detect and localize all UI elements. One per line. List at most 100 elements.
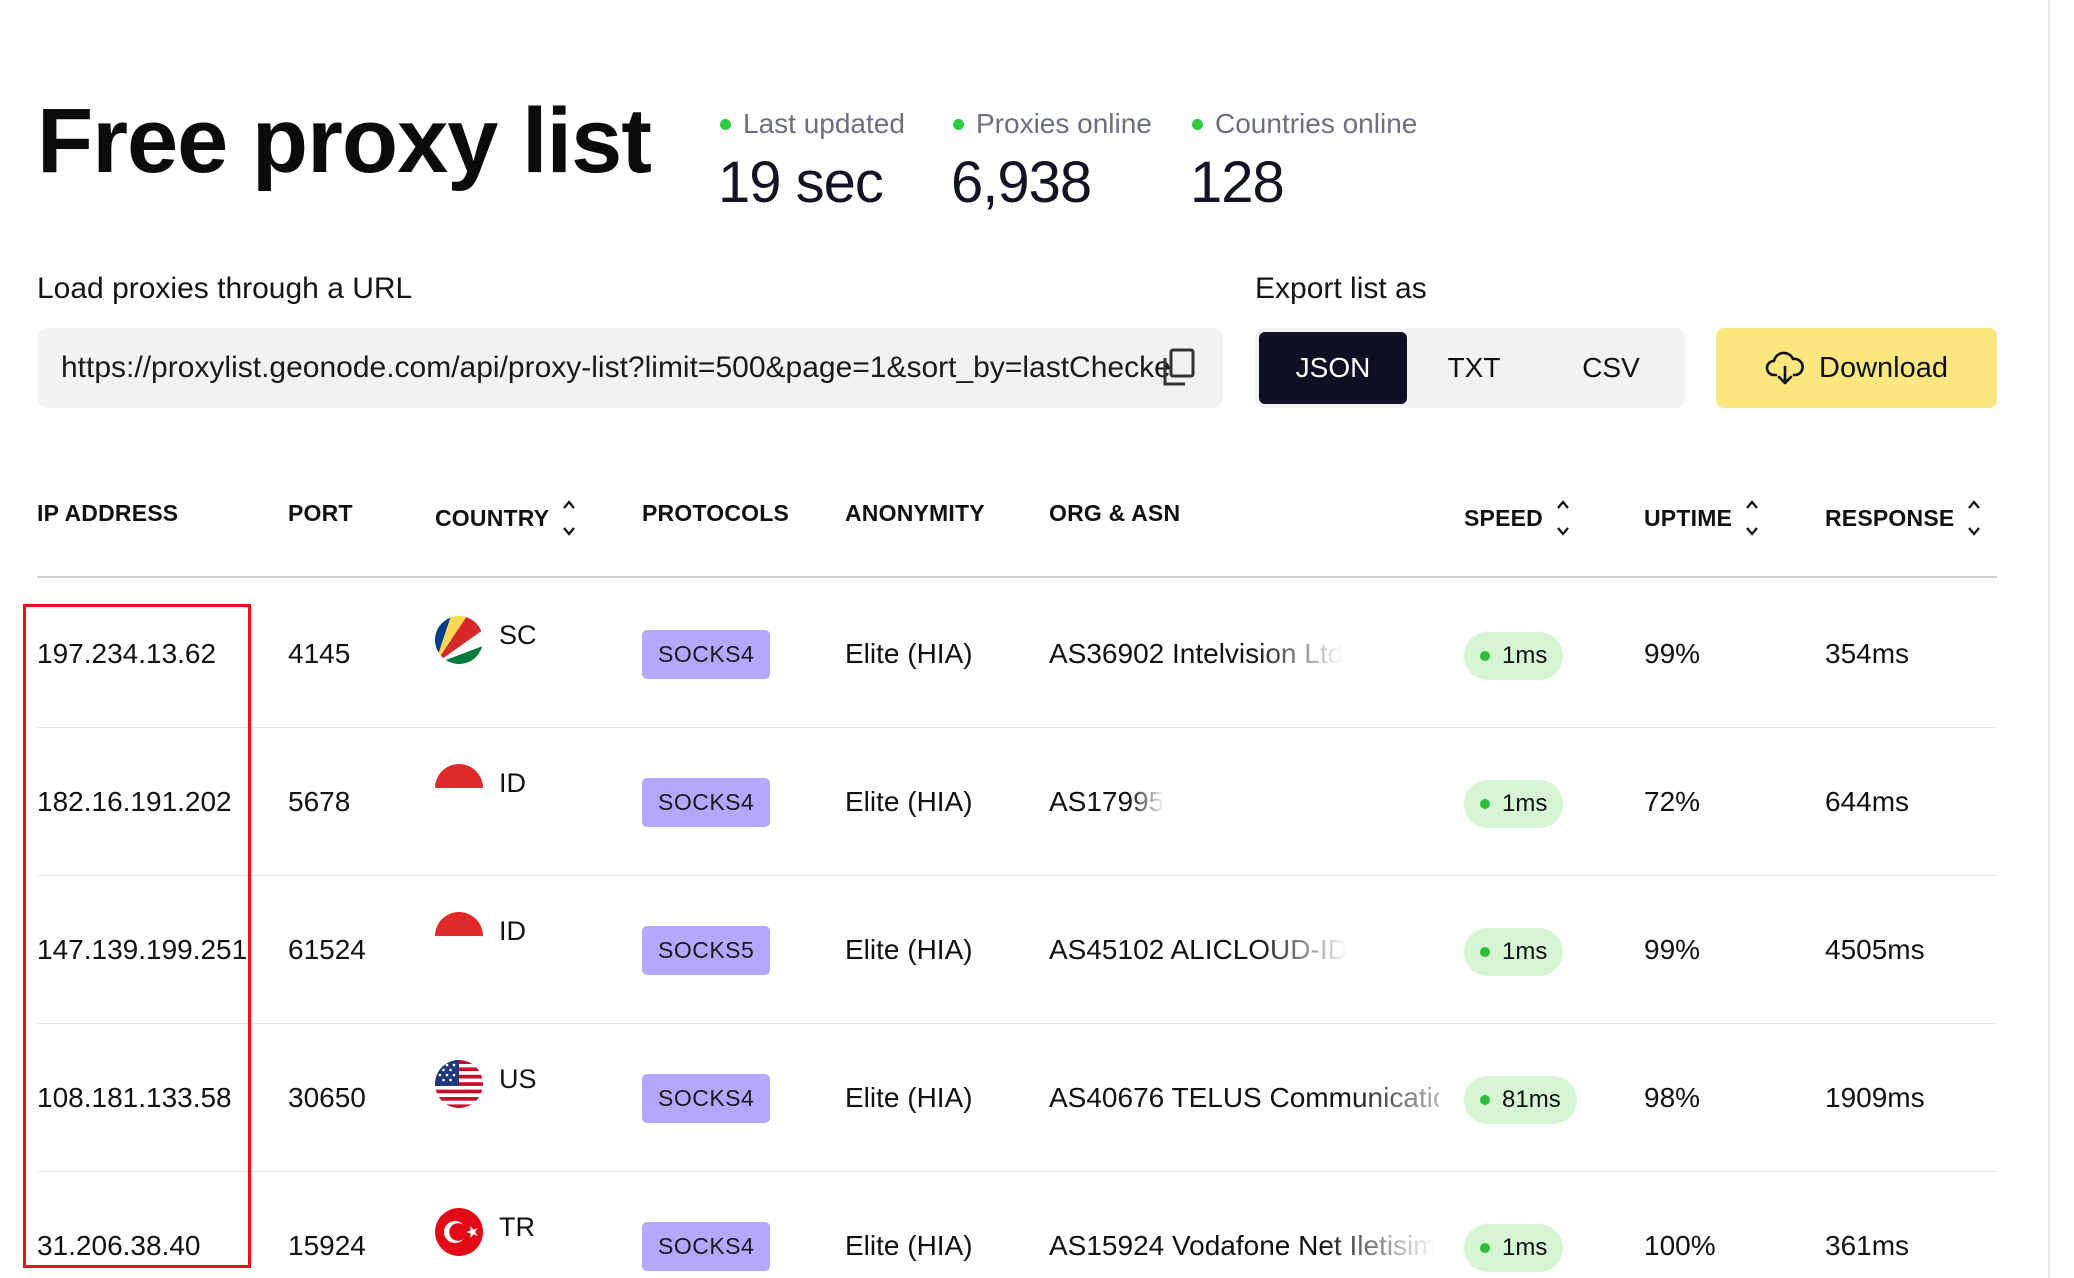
col-org-asn: ORG & ASN [1049,500,1181,526]
org-asn: AS17995 [1049,786,1165,817]
protocol-badge: SOCKS4 [642,1221,771,1271]
stat-label: Last updated [743,108,905,139]
ip-address[interactable]: 31.206.38.40 [37,1172,201,1278]
page-title: Free proxy list [37,90,652,192]
status-dot-icon [1480,1243,1490,1253]
org-asn: AS45102 ALICLOUD-ID [1049,934,1348,965]
country-cell: TR [435,1172,535,1278]
download-button[interactable]: Download [1716,328,1997,408]
port: 4145 [288,638,351,669]
uptime: 99% [1644,934,1701,965]
table-row[interactable]: 147.139.199.251 61524 ID SOCKS5 Elite (H… [37,876,1997,1024]
status-dot-icon [1192,118,1203,130]
uptime: 99% [1644,638,1701,669]
col-port: PORT [288,500,353,526]
format-json-button[interactable]: JSON [1259,332,1407,404]
table-row[interactable]: 197.234.13.62 4145 SC SOCKS4 Elite (HIA)… [37,580,1997,728]
anonymity: Elite (HIA) [845,1082,973,1113]
anonymity: Elite (HIA) [845,786,973,817]
protocol-badge: SOCKS4 [642,629,771,679]
sort-icon[interactable] [1746,500,1758,536]
sort-icon[interactable] [1557,500,1569,536]
uptime: 100% [1644,1230,1716,1261]
table-row[interactable]: 31.206.38.40 15924 TR SOCKS4 Elite (HIA)… [37,1172,1997,1278]
col-protocols: PROTOCOLS [642,500,790,526]
api-url-field[interactable]: https://proxylist.geonode.com/api/proxy-… [37,328,1223,408]
stat-countries-online: Countries online 128 [1190,108,1417,212]
col-speed[interactable]: SPEED [1464,500,1569,536]
org-asn: AS36902 Intelvision Ltd [1049,638,1344,669]
ip-address[interactable]: 108.181.133.58 [37,1024,232,1172]
col-uptime[interactable]: UPTIME [1644,500,1758,536]
url-section-label: Load proxies through a URL [37,272,413,305]
ip-address[interactable]: 182.16.191.202 [37,728,232,876]
stat-last-updated: Last updated 19 sec [718,108,905,212]
speed-badge: 1ms [1464,632,1564,680]
stat-value: 128 [1190,150,1285,215]
col-response[interactable]: RESPONSE [1825,500,1981,536]
anonymity: Elite (HIA) [845,934,973,965]
sort-icon[interactable] [563,500,576,536]
status-dot-icon [1480,799,1490,809]
country-cell: US [435,1024,537,1172]
response: 4505ms [1825,934,1925,965]
country-code: US [499,1064,537,1094]
org-asn: AS40676 TELUS Communications [1049,1082,1439,1113]
country-cell: ID [435,728,526,876]
status-dot-icon [720,118,731,130]
window-edge [2048,0,2074,1278]
stat-label: Proxies online [976,108,1152,139]
protocol-badge: SOCKS5 [642,925,771,975]
speed-badge: 1ms [1464,1224,1564,1272]
format-csv-button[interactable]: CSV [1541,332,1681,404]
protocol-badge: SOCKS4 [642,777,771,827]
export-format-toggle: JSON TXT CSV [1255,328,1685,408]
country-cell: SC [435,580,537,728]
status-dot-icon [1480,947,1490,957]
col-ip-address: IP ADDRESS [37,500,179,526]
speed-badge: 81ms [1464,1076,1577,1124]
sort-icon[interactable] [1968,500,1981,536]
ip-address[interactable]: 147.139.199.251 [37,876,247,1024]
stat-label: Countries online [1215,108,1418,139]
copy-icon[interactable] [1159,348,1199,388]
status-dot-icon [1480,1095,1490,1105]
format-txt-button[interactable]: TXT [1407,332,1541,404]
country-code: ID [499,916,526,946]
port: 61524 [288,934,366,965]
port: 5678 [288,786,351,817]
export-label: Export list as [1255,272,1427,305]
country-code: TR [499,1212,535,1242]
status-dot-icon [953,118,964,130]
country-code: SC [499,620,537,650]
table-row[interactable]: 182.16.191.202 5678 ID SOCKS4 Elite (HIA… [37,728,1997,876]
org-asn: AS15924 Vodafone Net Iletisim [1049,1230,1437,1261]
col-anonymity: ANONYMITY [845,500,985,526]
table-row[interactable]: 108.181.133.58 30650 US SOCKS4 Elite (HI… [37,1024,1997,1172]
ip-address[interactable]: 197.234.13.62 [37,580,216,728]
speed-badge: 1ms [1464,780,1564,828]
response: 354ms [1825,638,1910,669]
stat-value: 19 sec [718,150,884,215]
status-dot-icon [1480,651,1490,661]
stat-proxies-online: Proxies online 6,938 [951,108,1152,212]
country-code: ID [499,768,526,798]
table-header: IP ADDRESS PORT COUNTRY PROTOCOLS ANONYM… [37,490,1997,578]
anonymity: Elite (HIA) [845,638,973,669]
port: 15924 [288,1230,366,1261]
page: Free proxy list Last updated 19 sec Prox… [0,0,2074,1278]
seychelles-flag-icon [435,616,483,664]
protocol-badge: SOCKS4 [642,1073,771,1123]
download-label[interactable]: Download [1819,352,1948,385]
speed-badge: 1ms [1464,928,1564,976]
indonesia-flag-icon [435,764,483,812]
response: 644ms [1825,786,1910,817]
api-url-text[interactable]: https://proxylist.geonode.com/api/proxy-… [61,351,1171,385]
col-country[interactable]: COUNTRY [435,500,576,536]
cloud-download-icon [1765,351,1804,385]
uptime: 98% [1644,1082,1701,1113]
response: 1909ms [1825,1082,1925,1113]
indonesia-flag-icon [435,912,483,960]
port: 30650 [288,1082,366,1113]
stat-value: 6,938 [951,150,1092,215]
